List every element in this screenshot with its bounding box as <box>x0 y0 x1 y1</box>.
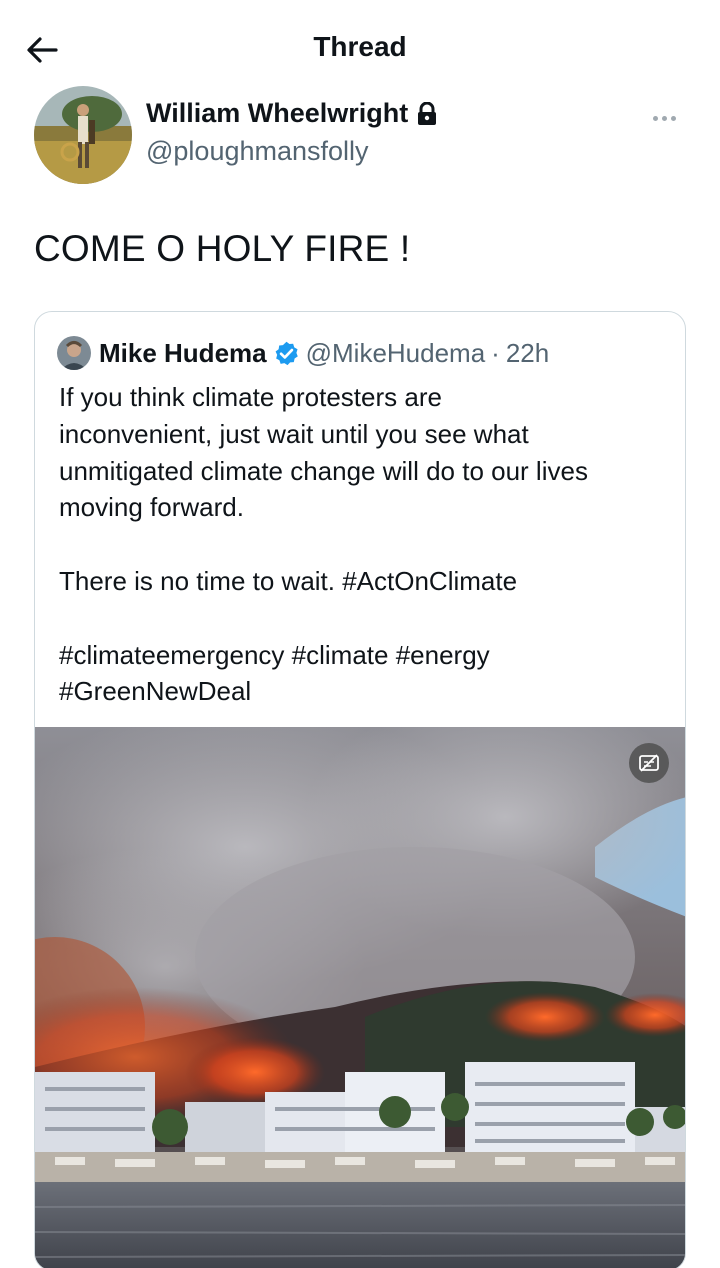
quoted-tweet[interactable]: Mike Hudema @MikeHudema · 22h If you thi… <box>34 311 686 1268</box>
more-button[interactable] <box>644 106 684 130</box>
avatar[interactable] <box>34 86 132 184</box>
lock-icon <box>418 101 437 125</box>
quoted-tweet-header: Mike Hudema @MikeHudema · 22h <box>57 336 549 370</box>
author-name[interactable]: William Wheelwright <box>146 98 408 129</box>
tweet-text: COME O HOLY FIRE ! <box>34 228 411 269</box>
top-bar: Thread <box>0 0 720 96</box>
author-handle[interactable]: @ploughmansfolly <box>146 136 369 167</box>
avatar[interactable] <box>57 336 91 370</box>
quoted-tweet-text: If you think climate protesters are inco… <box>59 382 588 707</box>
subtitles-off-icon <box>639 754 659 772</box>
tweet-author: William Wheelwright @ploughmansfolly <box>34 86 694 186</box>
more-dot <box>670 115 676 121</box>
quoted-author-handle[interactable]: @MikeHudema <box>306 338 486 369</box>
verified-badge-icon <box>275 341 298 365</box>
page-title: Thread <box>313 31 407 62</box>
captions-toggle-button[interactable] <box>629 743 669 783</box>
quoted-tweet-media[interactable] <box>35 727 685 1268</box>
more-horizontal-icon <box>652 115 658 121</box>
quoted-author-name[interactable]: Mike Hudema <box>99 338 267 369</box>
wildfire-photo <box>35 727 685 1268</box>
timestamp[interactable]: 22h <box>506 338 549 369</box>
separator: · <box>491 337 500 368</box>
name-line: William Wheelwright <box>146 98 438 129</box>
more-dot <box>661 115 667 121</box>
